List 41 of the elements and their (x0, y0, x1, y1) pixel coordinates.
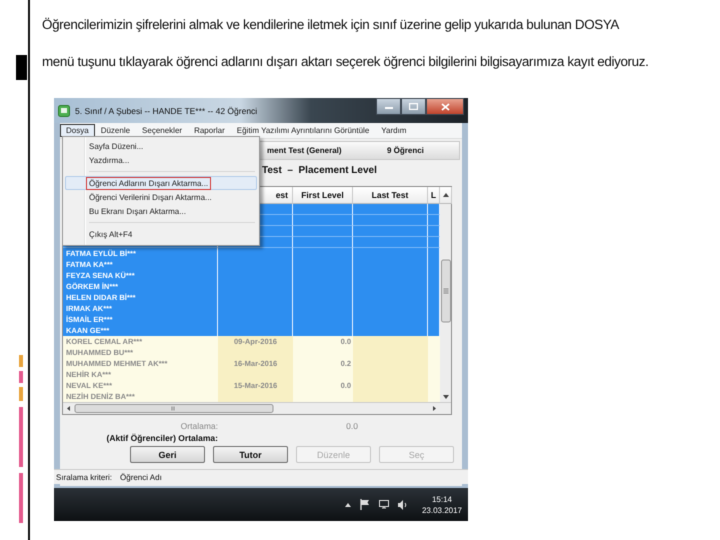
maximize-icon (409, 103, 418, 110)
sort-value: Öğrenci Adı (120, 472, 162, 482)
clock-time: 15:14 (432, 494, 452, 504)
menu-option[interactable]: Öğrenci Verilerini Dışarı Aktarma... (65, 190, 257, 204)
scroll-up-icon[interactable] (442, 192, 450, 198)
average-label: (Aktif Öğrenciler) Ortalama: (106, 433, 218, 443)
speaker-icon[interactable] (398, 500, 407, 510)
menu-option[interactable]: Bu Ekranı Dışarı Aktarma... (65, 204, 257, 218)
menu-item[interactable]: Düzenle (94, 124, 136, 137)
action-button[interactable]: Tutor (213, 446, 288, 463)
bullet-marker (16, 55, 27, 80)
table-subtitle: Test – Placement Level (262, 164, 377, 176)
menu-option[interactable]: Sayfa Düzeni... (65, 139, 257, 153)
sort-label: Sıralama kriteri: (56, 472, 112, 482)
minimize-button[interactable] (376, 98, 401, 115)
menu-item[interactable]: Eğitim Yazılımı Ayrıntılarını Görüntüle (230, 124, 376, 137)
menu-item[interactable]: Yardım (375, 124, 412, 137)
menu-item[interactable]: Dosya (60, 124, 95, 137)
vertical-scrollbar[interactable] (440, 204, 451, 402)
average-label: Ortalama: (180, 421, 218, 431)
student-count: 9 Öğrenci (387, 146, 424, 155)
menu-option[interactable]: Yazdırma... (65, 153, 257, 167)
show-hidden-icons-icon[interactable] (344, 502, 351, 508)
monitor-icon[interactable] (378, 500, 389, 509)
app-icon (58, 104, 70, 116)
action-button[interactable]: Geri (130, 446, 205, 463)
slide-text: Öğrencilerimizin şifrelerini almak ve kendilerine iletmek için sınıf üzerine gelip yukarıda bulunan DOSYA (42, 16, 620, 34)
average-value: 0.0 (345, 421, 358, 431)
menu-item[interactable]: Seçenekler (136, 124, 188, 137)
maximize-button[interactable] (401, 98, 426, 115)
menu-option[interactable]: Çıkış Alt+F4 (65, 227, 257, 241)
clock-date: 23.03.2017 (422, 504, 462, 516)
window-title: 5. Sınıf / A Şubesi -- HANDE TE*** -- 42 Öğrenci (75, 106, 258, 116)
close-button[interactable] (426, 98, 464, 115)
flag-icon[interactable] (360, 499, 370, 510)
menu-item[interactable]: Raporlar (188, 124, 231, 137)
close-icon (440, 102, 450, 110)
menu-option[interactable]: Öğrenci Adlarını Dışarı Aktarma... (65, 176, 257, 190)
slide-text: menü tuşunu tıklayarak öğrenci adlarını dışarı aktarı seçerek öğrenci bilgilerini bilgisayarımıza kayıt ediyoruz. (42, 53, 650, 71)
column-header[interactable]: est (276, 190, 288, 200)
test-name: ment Test (General) (267, 146, 343, 155)
